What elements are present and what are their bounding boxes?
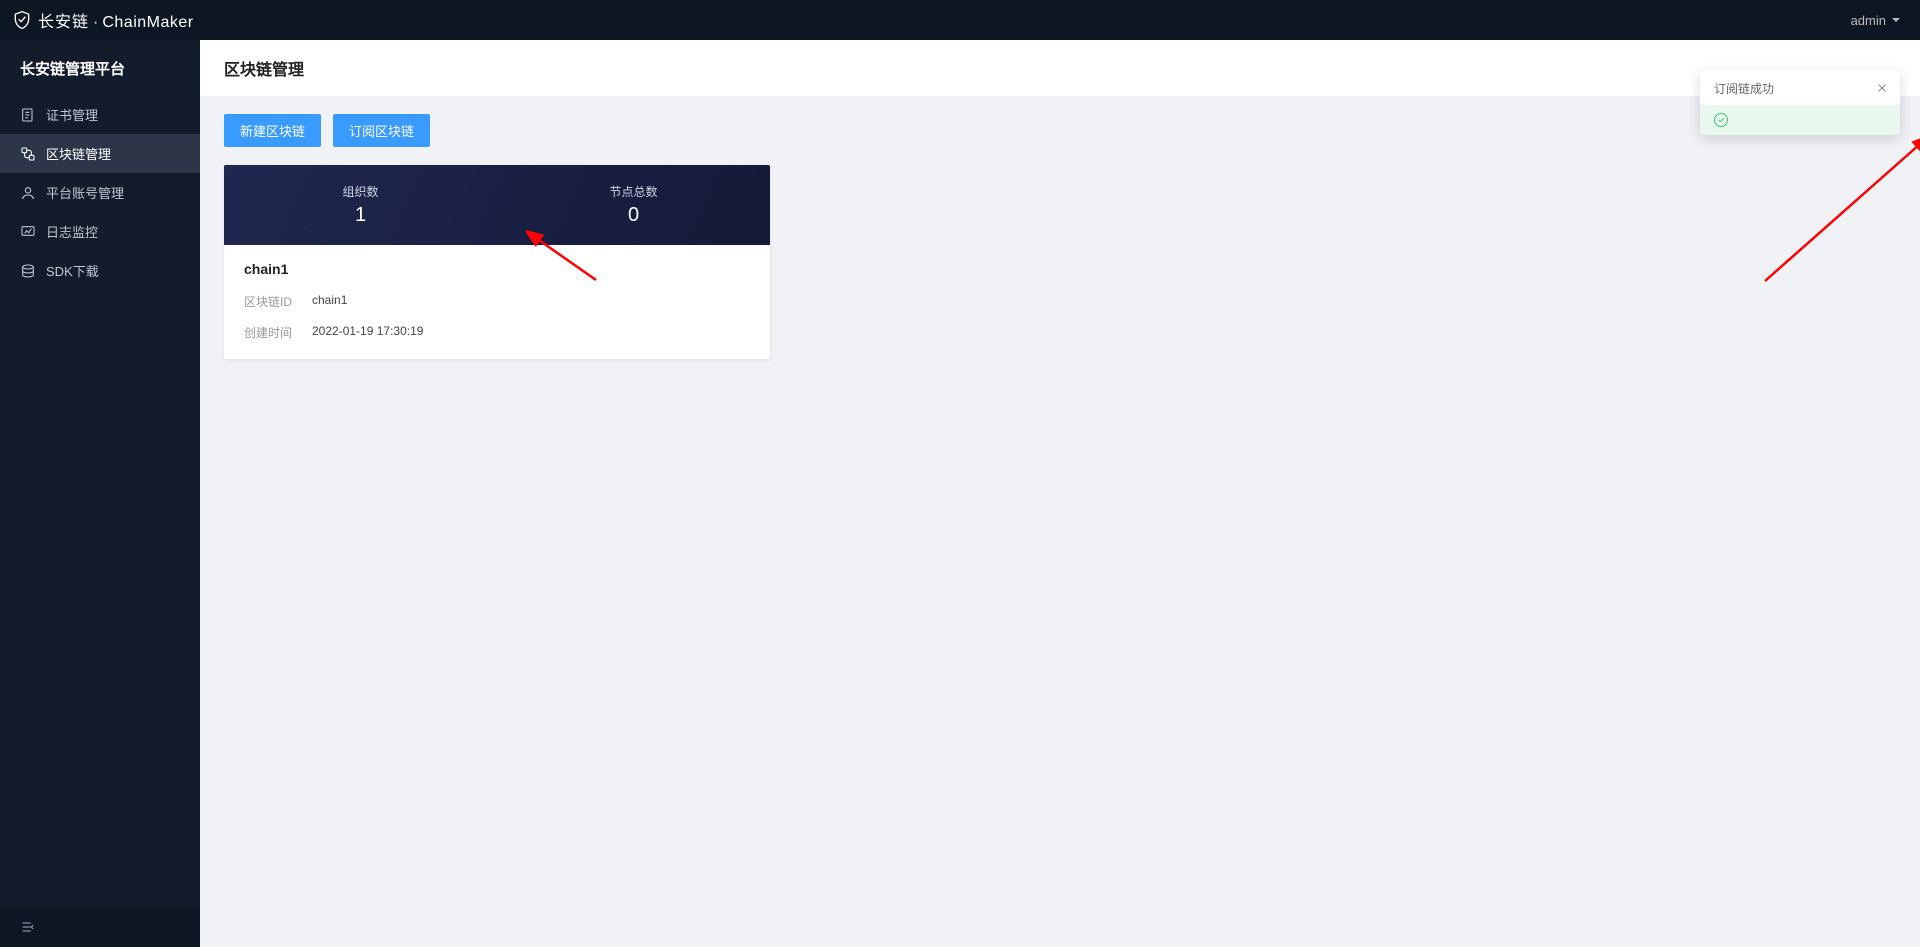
- chevron-down-icon: [1892, 18, 1900, 22]
- subscribe-chain-button[interactable]: 订阅区块链: [333, 114, 430, 147]
- card-row-id: 区块链ID chain1: [244, 293, 750, 310]
- toast-title: 订阅链成功: [1714, 80, 1774, 97]
- collapse-icon: [20, 919, 36, 935]
- content-body: 新建区块链 订阅区块链 组织数 1 节点总数 0 chain1: [200, 96, 1920, 947]
- success-toast: 订阅链成功: [1700, 70, 1900, 135]
- sidebar-item-log[interactable]: 日志监控: [0, 212, 200, 251]
- sidebar: 长安链管理平台 证书管理 区块链管理 平台账号管理: [0, 40, 200, 947]
- row-label: 区块链ID: [244, 293, 312, 310]
- stat-value: 0: [628, 204, 639, 227]
- close-icon[interactable]: [1876, 82, 1888, 96]
- sidebar-item-account[interactable]: 平台账号管理: [0, 173, 200, 212]
- toast-body: [1700, 105, 1900, 135]
- stat-label: 节点总数: [609, 183, 657, 200]
- stat-org: 组织数 1: [224, 165, 497, 245]
- brand-en: ChainMaker: [102, 14, 193, 32]
- page-title: 区块链管理: [200, 40, 1920, 96]
- sidebar-title: 长安链管理平台: [0, 40, 200, 95]
- chain-name: chain1: [244, 261, 750, 277]
- shield-logo-icon: [12, 9, 32, 31]
- download-icon: [20, 263, 36, 279]
- stat-node: 节点总数 0: [497, 165, 770, 245]
- stat-value: 1: [355, 204, 366, 227]
- stat-label: 组织数: [342, 183, 378, 200]
- logo-area: 长安链 · ChainMaker: [12, 8, 194, 32]
- toast-head: 订阅链成功: [1700, 70, 1900, 105]
- user-icon: [20, 185, 36, 201]
- sidebar-item-label: SDK下载: [46, 261, 99, 280]
- chain-card[interactable]: 组织数 1 节点总数 0 chain1 区块链ID chain1 创: [224, 165, 770, 359]
- row-label: 创建时间: [244, 324, 312, 341]
- sidebar-item-label: 证书管理: [46, 105, 98, 124]
- sidebar-item-label: 平台账号管理: [46, 183, 124, 202]
- sidebar-item-sdk[interactable]: SDK下载: [0, 251, 200, 290]
- brand-sep: ·: [93, 14, 98, 32]
- card-row-time: 创建时间 2022-01-19 17:30:19: [244, 324, 750, 341]
- user-label: admin: [1851, 13, 1886, 28]
- user-dropdown[interactable]: admin: [1851, 13, 1900, 28]
- sidebar-item-cert[interactable]: 证书管理: [0, 95, 200, 134]
- new-chain-button[interactable]: 新建区块链: [224, 114, 321, 147]
- row-value: chain1: [312, 293, 347, 310]
- chain-card-stats: 组织数 1 节点总数 0: [224, 165, 770, 245]
- monitor-icon: [20, 224, 36, 240]
- row-value: 2022-01-19 17:30:19: [312, 324, 423, 341]
- sidebar-item-chain[interactable]: 区块链管理: [0, 134, 200, 173]
- brand-cn: 长安链: [38, 8, 89, 32]
- top-header: 长安链 · ChainMaker admin: [0, 0, 1920, 40]
- doc-icon: [20, 107, 36, 123]
- sidebar-item-label: 日志监控: [46, 222, 98, 241]
- sidebar-collapse-button[interactable]: [0, 907, 200, 947]
- chain-icon: [20, 146, 36, 162]
- chain-card-body: chain1 区块链ID chain1 创建时间 2022-01-19 17:3…: [224, 245, 770, 359]
- main-content: 区块链管理 新建区块链 订阅区块链 组织数 1 节点总数 0: [200, 40, 1920, 947]
- nav-list: 证书管理 区块链管理 平台账号管理 日志监控: [0, 95, 200, 290]
- logo-text: 长安链 · ChainMaker: [38, 8, 194, 32]
- toolbar: 新建区块链 订阅区块链: [224, 114, 1896, 147]
- sidebar-item-label: 区块链管理: [46, 144, 111, 163]
- check-circle-icon: [1714, 113, 1728, 127]
